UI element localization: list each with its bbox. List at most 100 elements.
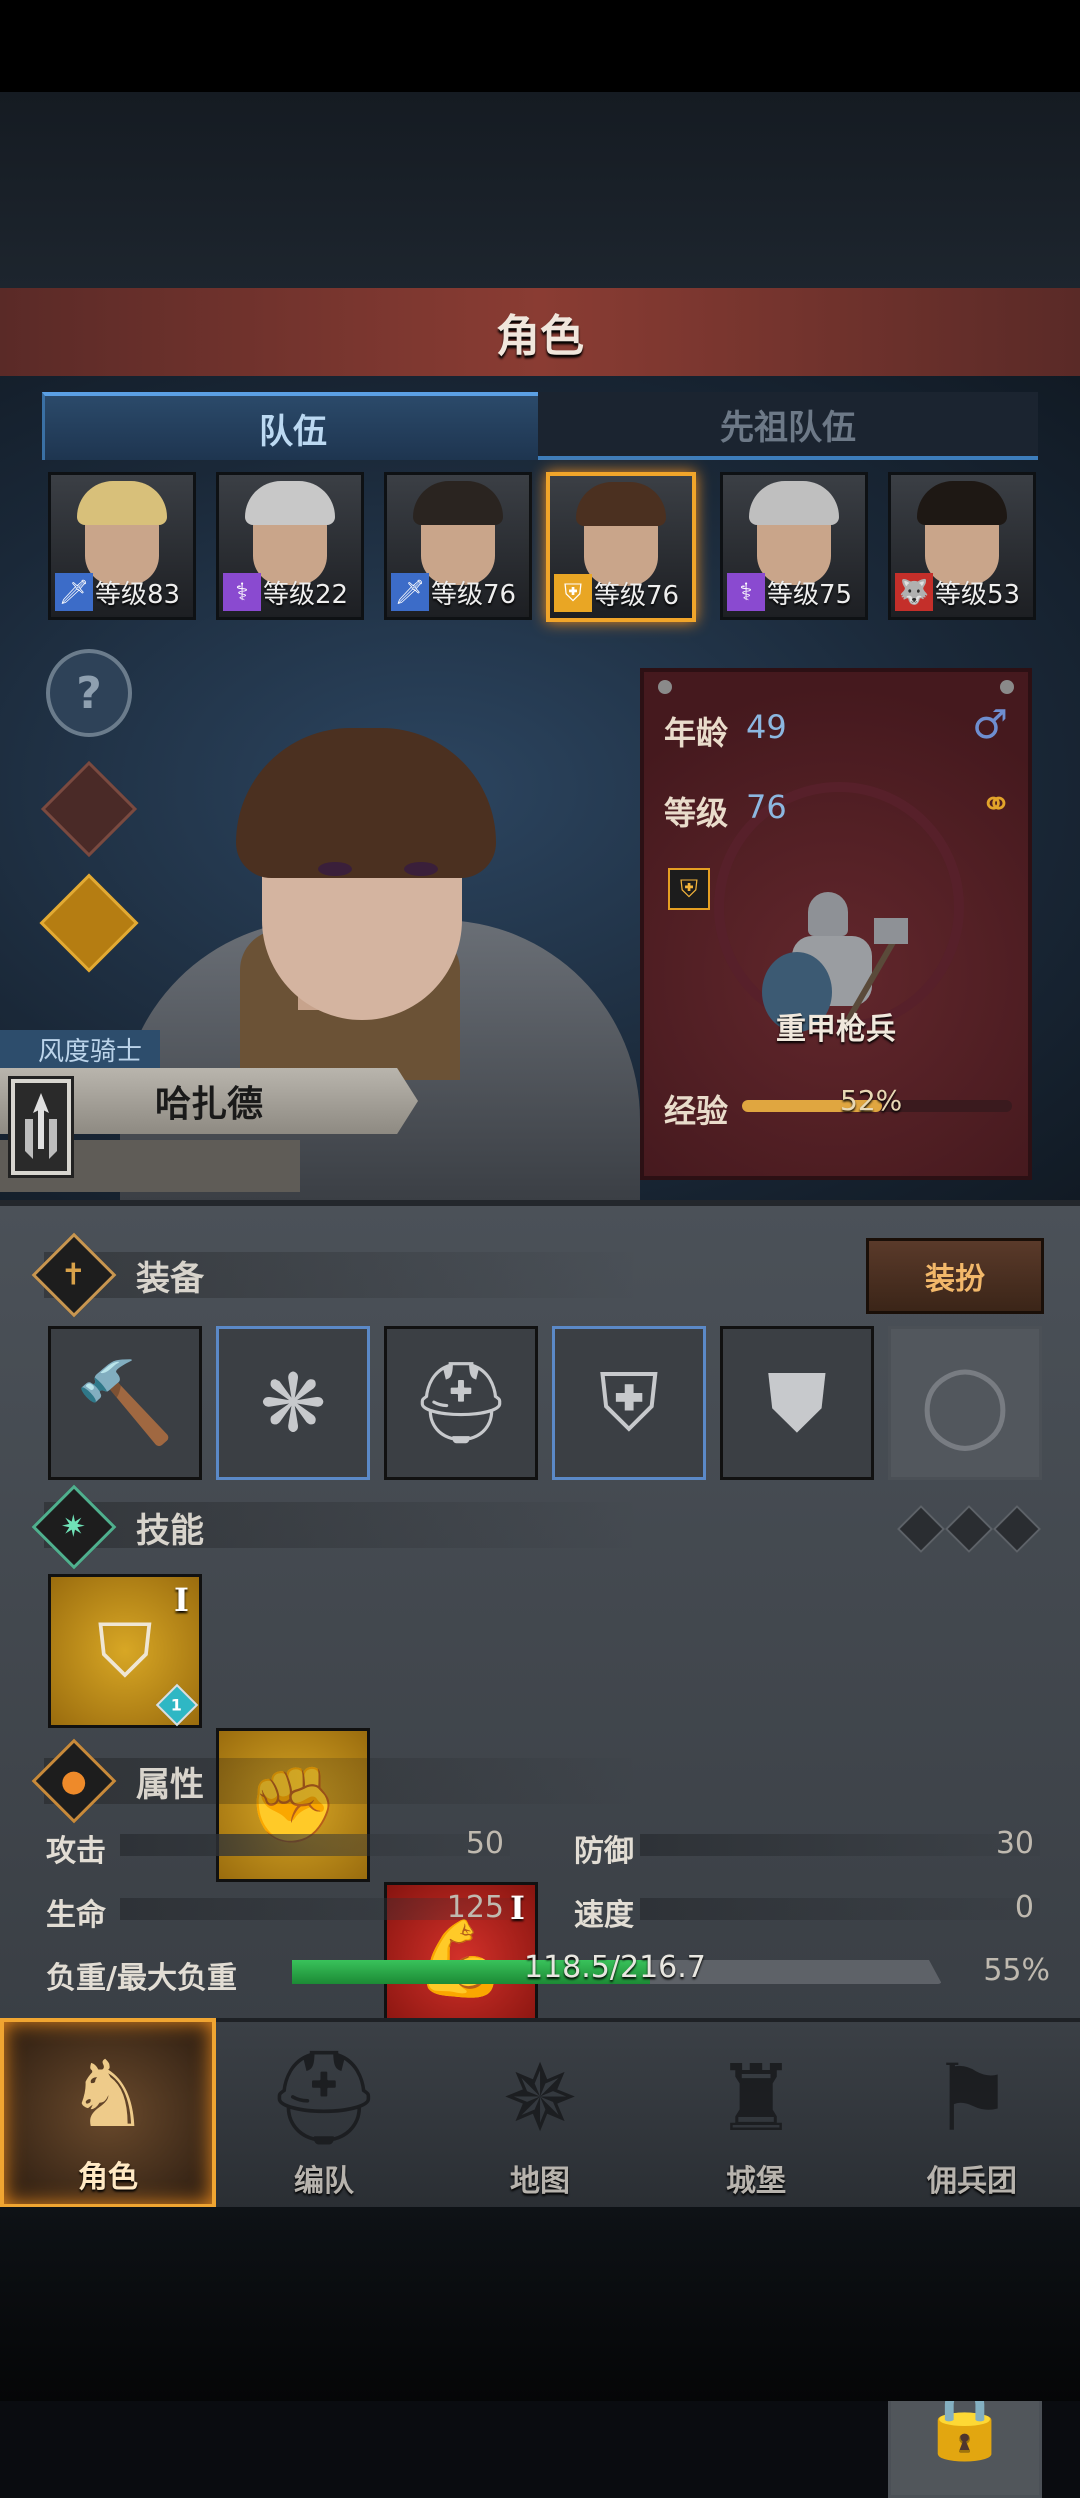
load-value: 118.5/216.7 bbox=[524, 1950, 706, 1985]
roster-level: 等级75 bbox=[767, 580, 853, 610]
roster-hair bbox=[917, 481, 1007, 525]
roster-card[interactable]: 🗡 等级83 bbox=[48, 472, 196, 620]
male-icon: ♂ bbox=[972, 702, 1008, 748]
equipment-slot[interactable]: ❋ bbox=[216, 1326, 370, 1480]
level-value: 76 bbox=[746, 788, 787, 826]
cross-icon: ✝ bbox=[31, 1232, 117, 1318]
nav-label: 佣兵团 bbox=[927, 2164, 1017, 2199]
shield-icon: ⛨ bbox=[554, 574, 592, 612]
roster-card[interactable]: ⚕ 等级75 bbox=[720, 472, 868, 620]
potion-button[interactable] bbox=[39, 873, 139, 973]
tab-ancestor-party[interactable]: 先祖队伍 bbox=[538, 392, 1038, 460]
roster-level: 等级76 bbox=[431, 580, 517, 610]
staff-icon: ⚕ bbox=[727, 573, 765, 611]
skill-rank: I bbox=[174, 1581, 189, 1619]
roster-card[interactable]: 🗡 等级76 bbox=[384, 472, 532, 620]
hp-label: 生命 bbox=[46, 1898, 106, 1933]
castle-icon: ♜ bbox=[714, 2045, 798, 2152]
nav-item[interactable]: ✵ 地图 bbox=[432, 2018, 648, 2208]
attack-value: 50 bbox=[465, 1826, 504, 1861]
load-percent: 55% bbox=[983, 1953, 1050, 1988]
hero-class-title: 风度骑士 bbox=[0, 1030, 160, 1068]
chest-armor-icon: ⛨ bbox=[599, 1356, 659, 1449]
roster-level: 等级53 bbox=[935, 580, 1021, 610]
compass-icon: ✵ bbox=[501, 2045, 579, 2152]
question-icon: ? bbox=[46, 649, 132, 737]
roster-hair bbox=[245, 481, 335, 525]
equipment-header: ✝ 装备 bbox=[31, 1232, 204, 1318]
roster-hair bbox=[749, 481, 839, 525]
plume-icon: ❋ bbox=[259, 1356, 327, 1450]
nav-item[interactable]: ⚑ 佣兵团 bbox=[864, 2018, 1080, 2208]
roster-level: 等级83 bbox=[95, 580, 181, 610]
ring-icon: ◯ bbox=[920, 1356, 1010, 1450]
helmet-icon: ⛑ bbox=[265, 2044, 383, 2151]
help-button[interactable]: ? bbox=[46, 649, 132, 737]
equipment-slot[interactable]: ◯ bbox=[888, 1326, 1042, 1480]
exp-label: 经验 bbox=[664, 1092, 729, 1130]
speed-label: 速度 bbox=[574, 1898, 634, 1933]
shield-bash-icon: ⛉ bbox=[97, 1607, 153, 1694]
status-bar-area bbox=[0, 0, 1080, 92]
nav-label: 地图 bbox=[510, 2164, 570, 2199]
level-label: 等级 bbox=[664, 794, 729, 832]
helmet-icon: ⛑ bbox=[410, 1356, 512, 1449]
exp-percent: 52% bbox=[840, 1084, 903, 1117]
roster-card[interactable]: 🐺 等级53 bbox=[888, 472, 1036, 620]
hero-info-card: 年龄 49 ♂ 等级 76 ⚭ ⛨ 重甲枪兵 经验 52% bbox=[640, 668, 1032, 1180]
skills-title: 技能 bbox=[136, 1510, 204, 1551]
nav-label: 角色 bbox=[78, 2160, 138, 2195]
card-pin-icon bbox=[1000, 680, 1014, 694]
sword-icon: 🗡 bbox=[55, 573, 93, 611]
roster-hair bbox=[576, 482, 666, 526]
star-icon: ✷ bbox=[31, 1484, 117, 1570]
attack-label: 攻击 bbox=[46, 1834, 106, 1869]
hero-eye-left bbox=[318, 862, 352, 876]
nav-item[interactable]: ♞ 角色 bbox=[0, 2018, 216, 2208]
shield-class-icon: ⛨ bbox=[668, 868, 710, 910]
tab-party[interactable]: 队伍 bbox=[42, 392, 544, 460]
person-icon: ● bbox=[31, 1738, 117, 1824]
equipment-slot[interactable]: 🔨 bbox=[48, 1326, 202, 1480]
sword-icon: 🗡 bbox=[391, 573, 429, 611]
load-label: 负重/最大负重 bbox=[46, 1961, 237, 1996]
equipment-slot[interactable]: ⛨ bbox=[552, 1326, 706, 1480]
unit-type-label: 重甲枪兵 bbox=[776, 1012, 896, 1047]
crest-icon bbox=[8, 1076, 74, 1178]
greaves-icon: ⛊ bbox=[767, 1356, 827, 1449]
strength-arm-icon: 💪 bbox=[414, 1915, 508, 2002]
equipment-title: 装备 bbox=[136, 1258, 204, 1299]
roster-card[interactable]: ⚕ 等级22 bbox=[216, 472, 364, 620]
potion-icon bbox=[39, 873, 139, 973]
dress-up-button[interactable]: 装扮 bbox=[866, 1238, 1044, 1314]
traits-button[interactable] bbox=[40, 760, 138, 858]
nav-item[interactable]: ♜ 城堡 bbox=[648, 2018, 864, 2208]
staff-icon: ⚕ bbox=[223, 573, 261, 611]
attributes-header: ● 属性 bbox=[31, 1738, 204, 1824]
roster-hair bbox=[77, 481, 167, 525]
nav-label: 编队 bbox=[294, 2164, 354, 2199]
roster-hair bbox=[413, 481, 503, 525]
hooded-figure-icon bbox=[40, 760, 138, 858]
header-background bbox=[0, 92, 1080, 288]
equipment-slot[interactable]: ⛊ bbox=[720, 1326, 874, 1480]
roster-card[interactable]: ⛨ 等级76 bbox=[546, 472, 696, 622]
nav-label: 城堡 bbox=[726, 2164, 786, 2199]
defense-value: 30 bbox=[995, 1826, 1034, 1861]
defense-label: 防御 bbox=[574, 1834, 634, 1869]
page-title: 角色 bbox=[0, 288, 1080, 380]
speed-value: 0 bbox=[1014, 1890, 1034, 1925]
attributes-title: 属性 bbox=[136, 1764, 204, 1805]
bottom-bar-area bbox=[0, 2207, 1080, 2401]
equipment-slot[interactable]: ⛑ bbox=[384, 1326, 538, 1480]
rings-icon[interactable]: ⚭ bbox=[980, 782, 1012, 826]
age-label: 年龄 bbox=[664, 714, 729, 752]
nav-item[interactable]: ⛑ 编队 bbox=[216, 2018, 432, 2208]
hammer-icon: 🔨 bbox=[75, 1356, 175, 1449]
beast-icon: 🐺 bbox=[895, 573, 933, 611]
skill-rank: I bbox=[510, 1889, 525, 1927]
age-value: 49 bbox=[746, 708, 787, 746]
skill-slot[interactable]: ✊ bbox=[216, 1728, 370, 1882]
roster-level: 等级22 bbox=[263, 580, 349, 610]
hp-value: 125 bbox=[446, 1890, 504, 1925]
